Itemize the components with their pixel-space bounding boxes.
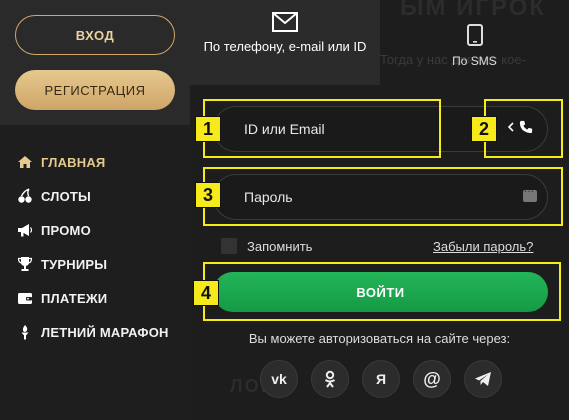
menu-item-slots[interactable]: СЛОТЫ — [15, 179, 169, 213]
social-login-caption: Вы можете авторизоваться на сайте через: — [248, 331, 511, 346]
tab-phone-email-id[interactable]: По телефону, e-mail или ID — [190, 0, 380, 85]
trophy-icon — [15, 254, 35, 274]
menu-item-label: ЛЕТНИЙ МАРАФОН — [41, 324, 169, 340]
tab-label: По SMS — [452, 54, 497, 68]
odnoklassniki-icon — [324, 370, 336, 388]
remember-me[interactable]: Запомнить — [221, 238, 312, 254]
menu-item-promo[interactable]: ПРОМО — [15, 213, 169, 247]
mailru-login-button[interactable]: @ — [413, 360, 451, 398]
annotation-number-3: 3 — [195, 182, 221, 208]
tab-label: По телефону, e-mail или ID — [203, 39, 367, 54]
annotation-number-4: 4 — [193, 280, 219, 306]
main-menu: ГЛАВНАЯ СЛОТЫ ПРОМО ТУРНИРЫ ПЛАТЕЖИ ЛЕТН… — [15, 145, 169, 349]
envelope-icon — [272, 12, 298, 32]
home-icon — [15, 152, 35, 172]
torch-icon — [15, 322, 35, 342]
wallet-icon — [15, 288, 35, 308]
sidebar: ВХОД РЕГИСТРАЦИЯ ГЛАВНАЯ СЛОТЫ ПРОМО ТУР… — [0, 0, 190, 420]
tab-sms[interactable]: По SMS — [380, 0, 569, 85]
vk-icon: vk — [271, 371, 287, 387]
odnoklassniki-login-button[interactable] — [311, 360, 349, 398]
highlight-box-3 — [203, 167, 563, 226]
annotation-number-2: 2 — [471, 116, 497, 142]
highlight-box-4 — [203, 262, 561, 321]
menu-item-summer-marathon[interactable]: ЛЕТНИЙ МАРАФОН — [15, 315, 169, 349]
menu-item-label: ПРОМО — [41, 222, 91, 238]
telegram-icon — [475, 372, 491, 386]
forgot-password-link[interactable]: Забыли пароль? — [433, 239, 533, 254]
menu-item-label: ГЛАВНАЯ — [41, 154, 106, 170]
login-button[interactable]: ВХОД — [15, 15, 175, 55]
cherries-icon — [15, 186, 35, 206]
yandex-login-button[interactable]: Я — [362, 360, 400, 398]
yandex-icon: Я — [375, 371, 387, 387]
register-button[interactable]: РЕГИСТРАЦИЯ — [15, 70, 175, 110]
menu-item-tournaments[interactable]: ТУРНИРЫ — [15, 247, 169, 281]
remember-checkbox[interactable] — [221, 238, 237, 254]
smartphone-icon — [466, 24, 483, 46]
menu-item-home[interactable]: ГЛАВНАЯ — [15, 145, 169, 179]
megaphone-icon — [15, 220, 35, 240]
menu-item-label: ПЛАТЕЖИ — [41, 290, 108, 306]
menu-item-label: ТУРНИРЫ — [41, 256, 108, 272]
mailru-icon: @ — [423, 368, 441, 389]
remember-label: Запомнить — [247, 238, 313, 254]
vk-login-button[interactable]: vk — [260, 360, 298, 398]
menu-item-payments[interactable]: ПЛАТЕЖИ — [15, 281, 169, 315]
menu-item-label: СЛОТЫ — [41, 188, 91, 204]
annotation-number-1: 1 — [195, 116, 221, 142]
social-login-buttons: vk Я @ — [260, 360, 502, 398]
telegram-login-button[interactable] — [464, 360, 502, 398]
highlight-box-1 — [203, 99, 441, 158]
